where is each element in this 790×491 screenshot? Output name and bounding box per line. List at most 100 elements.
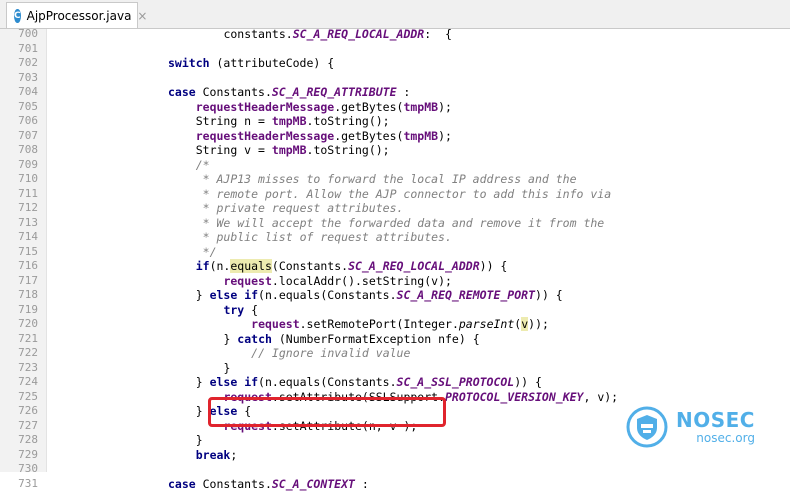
code-token: requestHeaderMessage (196, 129, 334, 143)
editor-tab-bar: C AjpProcessor.java × (0, 0, 790, 29)
code-token: request (223, 274, 271, 288)
code-line[interactable]: 709 /* (0, 158, 790, 173)
code-line[interactable]: 719try { (0, 303, 790, 318)
line-number: 726 (0, 404, 38, 419)
line-number: 725 (0, 390, 38, 405)
code-token: SC_A_CONTEXT (272, 477, 355, 491)
code-token: } (196, 288, 210, 302)
line-number: 731 (0, 477, 38, 491)
code-token: (n. (210, 259, 231, 273)
code-token: * We will accept the forwarded data and … (196, 216, 605, 230)
line-number: 719 (0, 303, 38, 318)
code-token: (attributeCode) { (210, 56, 335, 70)
line-text: } else if(n.equals(Constants.SC_A_REQ_RE… (196, 288, 563, 303)
tab-ajpprocessor-java[interactable]: C AjpProcessor.java × (6, 2, 138, 28)
line-text: switch (attributeCode) { (168, 56, 334, 71)
line-text: requestHeaderMessage.getBytes(tmpMB); (196, 129, 452, 144)
code-token: .localAddr().setString(v); (272, 274, 452, 288)
code-line[interactable]: 716 if(n.equals(Constants.SC_A_REQ_LOCAL_… (0, 259, 790, 274)
line-text: request.localAddr().setString(v); (223, 274, 451, 289)
line-number: 717 (0, 274, 38, 289)
code-token: tmpMB (403, 100, 438, 114)
code-token: (n.equals(Constants. (258, 288, 396, 302)
code-token: else if (210, 375, 258, 389)
code-line[interactable]: 730 (0, 462, 790, 477)
code-token: Constants. (196, 85, 272, 99)
code-token: } (196, 375, 210, 389)
code-line[interactable]: 705requestHeaderMessage.getBytes(tmpMB); (0, 100, 790, 115)
code-token: { (244, 303, 258, 317)
code-token: /* (196, 158, 210, 172)
code-token: tmpMB (272, 143, 307, 157)
code-line[interactable]: 721} catch (NumberFormatException nfe) { (0, 332, 790, 347)
line-number: 701 (0, 42, 38, 57)
code-line[interactable]: 712 * private request attributes. (0, 201, 790, 216)
code-token: Constants. (196, 477, 272, 491)
line-text: * public list of request attributes. (196, 230, 452, 245)
code-token: .getBytes( (334, 100, 403, 114)
line-number: 706 (0, 114, 38, 129)
code-token: (n.equals(Constants. (258, 375, 396, 389)
code-line[interactable]: 714 * public list of request attributes. (0, 230, 790, 245)
code-line[interactable]: 701 (0, 42, 790, 57)
line-text: * We will accept the forwarded data and … (196, 216, 605, 231)
close-tab-icon[interactable]: × (137, 9, 147, 23)
code-line[interactable]: 720 request.setRemotePort(Integer.parseIn… (0, 317, 790, 332)
code-line[interactable]: 723} (0, 361, 790, 376)
code-token: ); (438, 129, 452, 143)
code-token: SC_A_REQ_LOCAL_ADDR (348, 259, 480, 273)
code-line[interactable]: 715 */ (0, 245, 790, 260)
shield-logo-icon (626, 406, 668, 448)
code-line[interactable]: 717 request.localAddr().setString(v); (0, 274, 790, 289)
code-token: break (196, 448, 231, 462)
line-text: // Ignore invalid value (251, 346, 410, 361)
code-line[interactable]: 702switch (attributeCode) { (0, 56, 790, 71)
line-text: String n = tmpMB.toString(); (196, 114, 390, 129)
line-number: 718 (0, 288, 38, 303)
code-line[interactable]: 722// Ignore invalid value (0, 346, 790, 361)
code-line[interactable]: 711 * remote port. Allow the AJP connect… (0, 187, 790, 202)
code-line[interactable]: 713 * We will accept the forwarded data … (0, 216, 790, 231)
line-number: 720 (0, 317, 38, 332)
code-token: .toString(); (307, 114, 390, 128)
code-token: .toString(); (307, 143, 390, 157)
code-token: )); (528, 317, 549, 331)
code-line[interactable]: 706 String n = tmpMB.toString(); (0, 114, 790, 129)
line-number: 709 (0, 158, 38, 173)
code-line[interactable]: 710 * AJP13 misses to forward the local … (0, 172, 790, 187)
code-token: */ (196, 245, 217, 259)
line-text: request.setRemotePort(Integer.parseInt(v… (251, 317, 549, 332)
code-token: SC_A_REQ_ATTRIBUTE (272, 85, 397, 99)
tab-title: AjpProcessor.java (27, 9, 132, 23)
line-text: if(n.equals(Constants.SC_A_REQ_LOCAL_ADD… (196, 259, 508, 274)
code-token: * public list of request attributes. (196, 230, 452, 244)
highlight-box (208, 397, 446, 427)
code-line[interactable]: 700constants.SC_A_REQ_LOCAL_ADDR: { (0, 27, 790, 42)
code-line[interactable]: 724} else if(n.equals(Constants.SC_A_SSL… (0, 375, 790, 390)
line-number: 700 (0, 27, 38, 42)
code-token: : (397, 85, 411, 99)
line-text: */ (196, 245, 217, 260)
code-token: else if (210, 288, 258, 302)
code-line[interactable]: 703 (0, 71, 790, 86)
code-token: tmpMB (272, 114, 307, 128)
code-token: case (168, 85, 196, 99)
code-line[interactable]: 718 } else if(n.equals(Constants.SC_A_REQ… (0, 288, 790, 303)
code-token: * AJP13 misses to forward the local IP a… (196, 172, 577, 186)
line-number: 716 (0, 259, 38, 274)
code-line[interactable]: 704 case Constants.SC_A_REQ_ATTRIBUTE : (0, 85, 790, 100)
line-number: 730 (0, 462, 38, 477)
line-number: 724 (0, 375, 38, 390)
nosec-watermark: NOSEC nosec.org (626, 404, 786, 450)
code-token: .getBytes( (334, 129, 403, 143)
code-token: (Constants. (272, 259, 348, 273)
code-line[interactable]: 707 requestHeaderMessage.getBytes(tmpMB); (0, 129, 790, 144)
line-text: /* (196, 158, 210, 173)
line-number: 728 (0, 433, 38, 448)
code-token: switch (168, 56, 210, 70)
code-line[interactable]: 731case Constants.SC_A_CONTEXT : (0, 477, 790, 491)
line-number: 707 (0, 129, 38, 144)
code-token: (NumberFormatException nfe) { (272, 332, 480, 346)
code-line[interactable]: 708String v = tmpMB.toString(); (0, 143, 790, 158)
line-number: 704 (0, 85, 38, 100)
